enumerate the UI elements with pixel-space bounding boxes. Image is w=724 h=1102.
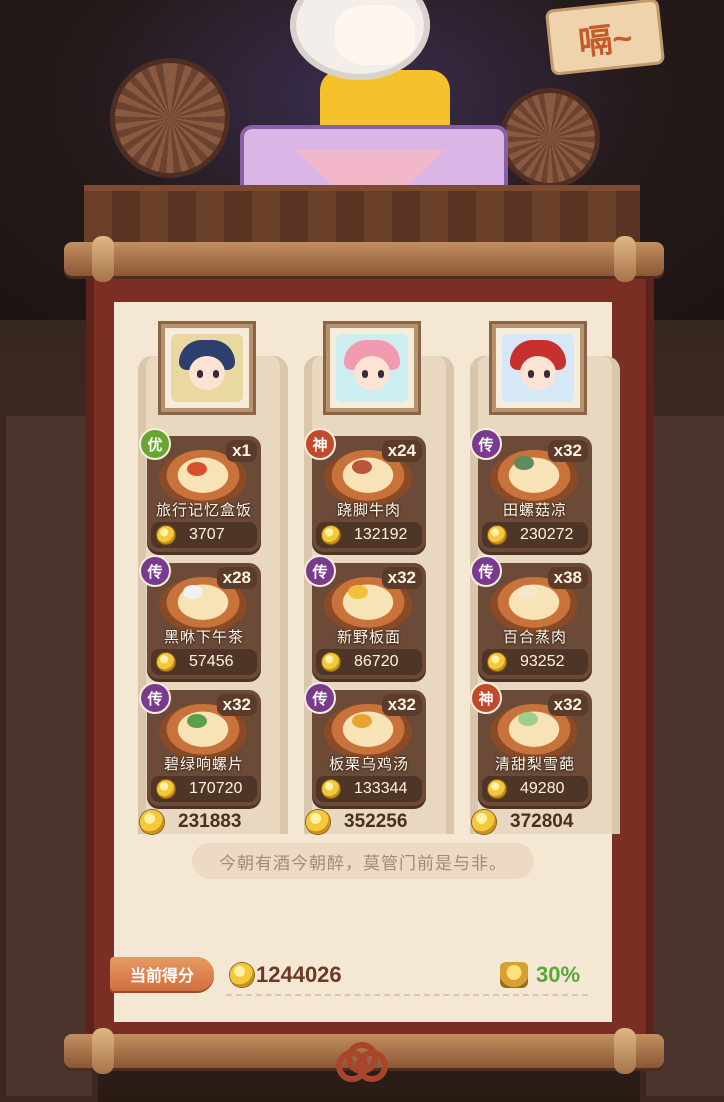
- coin-icon: [140, 810, 164, 834]
- divider: [226, 994, 588, 996]
- dish-name: 板栗乌鸡汤: [328, 756, 409, 773]
- scroll-rod-cap-left-bottom: [92, 1028, 114, 1074]
- scroll-rod-cap-left: [92, 236, 114, 282]
- fan-right-icon: [500, 88, 600, 188]
- dish-name: 黑咻下午茶: [163, 629, 244, 646]
- dish-card[interactable]: 神 x32 清甜梨雪葩 49280: [470, 682, 592, 806]
- coin-icon: [157, 653, 175, 671]
- scroll-rod-cap-right-bottom: [614, 1028, 636, 1074]
- dish-card[interactable]: 传 x28 黑咻下午茶 57456: [139, 555, 261, 679]
- column-total-2: 352256: [306, 808, 407, 836]
- fan-left-icon: [110, 58, 230, 178]
- rarity-badge: 优: [139, 428, 171, 460]
- dish-name: 新野板面: [336, 629, 401, 646]
- dish-count: x38: [547, 567, 588, 589]
- dish-name: 跷脚牛肉: [336, 502, 401, 519]
- coin-icon: [157, 780, 175, 798]
- dish-card[interactable]: 优 x1 旅行记忆盒饭 3707: [139, 428, 261, 552]
- dish-price: 170720: [151, 776, 257, 802]
- dish-card[interactable]: 传 x32 板栗乌鸡汤 133344: [304, 682, 426, 806]
- column-total-1: 231883: [140, 808, 241, 836]
- rarity-badge: 传: [470, 428, 502, 460]
- dish-count: x28: [216, 567, 257, 589]
- motto-text: 今朝有酒今朝醉，莫管门前是与非。: [192, 843, 534, 879]
- dish-count: x32: [547, 440, 588, 462]
- dish-count: x1: [226, 440, 257, 462]
- bonus-percent: 30%: [500, 962, 580, 988]
- rarity-badge: 传: [304, 555, 336, 587]
- dish-price: 57456: [151, 649, 257, 675]
- dish-count: x32: [216, 694, 257, 716]
- dish-count: x24: [381, 440, 422, 462]
- chef-portrait-3[interactable]: [492, 324, 584, 412]
- coin-icon: [157, 526, 175, 544]
- scroll-rod-top: [64, 242, 664, 276]
- dish-name: 田螺菇凉: [502, 502, 567, 519]
- coin-bag-icon: [500, 962, 528, 988]
- scroll-rod-cap-right: [614, 236, 636, 282]
- dish-price: 49280: [482, 776, 588, 802]
- dish-name: 百合蒸肉: [502, 629, 567, 646]
- dish-price: 132192: [316, 522, 422, 548]
- rarity-badge: 传: [470, 555, 502, 587]
- chinese-knot-icon: [334, 1042, 390, 1089]
- dish-card[interactable]: 传 x32 新野板面 86720: [304, 555, 426, 679]
- dish-count: x32: [381, 567, 422, 589]
- rarity-badge: 传: [139, 682, 171, 714]
- coin-icon: [488, 526, 506, 544]
- npc-face: [335, 5, 415, 65]
- dish-price: 133344: [316, 776, 422, 802]
- dish-name: 碧绿响螺片: [163, 756, 244, 773]
- dish-price: 230272: [482, 522, 588, 548]
- coin-icon: [306, 810, 330, 834]
- burp-sign-text: 嗝~: [576, 18, 635, 63]
- dish-count: x32: [547, 694, 588, 716]
- current-score: 1244026: [230, 962, 342, 988]
- rarity-badge: 传: [304, 682, 336, 714]
- coin-icon: [322, 653, 340, 671]
- rarity-badge: 神: [304, 428, 336, 460]
- dish-price: 86720: [316, 649, 422, 675]
- dish-name: 旅行记忆盒饭: [155, 502, 252, 519]
- left-window-frame: [0, 410, 98, 1102]
- rarity-badge: 传: [139, 555, 171, 587]
- dish-price: 3707: [151, 522, 257, 548]
- chef-portrait-2[interactable]: [326, 324, 418, 412]
- dish-card[interactable]: 神 x24 跷脚牛肉 132192: [304, 428, 426, 552]
- coin-icon: [322, 780, 340, 798]
- coin-icon: [230, 963, 254, 987]
- rarity-badge: 神: [470, 682, 502, 714]
- dish-price: 93252: [482, 649, 588, 675]
- dish-count: x32: [381, 694, 422, 716]
- dish-card[interactable]: 传 x32 田螺菇凉 230272: [470, 428, 592, 552]
- column-total-3: 372804: [472, 808, 573, 836]
- dish-card[interactable]: 传 x38 百合蒸肉 93252: [470, 555, 592, 679]
- chef-portrait-1[interactable]: [161, 324, 253, 412]
- coin-icon: [472, 810, 496, 834]
- coin-icon: [488, 653, 506, 671]
- current-score-label: 当前得分: [110, 957, 214, 991]
- dish-name: 清甜梨雪葩: [494, 756, 575, 773]
- burp-sign: 嗝~: [544, 0, 666, 76]
- coin-icon: [322, 526, 340, 544]
- coin-icon: [488, 780, 506, 798]
- dish-card[interactable]: 传 x32 碧绿响螺片 170720: [139, 682, 261, 806]
